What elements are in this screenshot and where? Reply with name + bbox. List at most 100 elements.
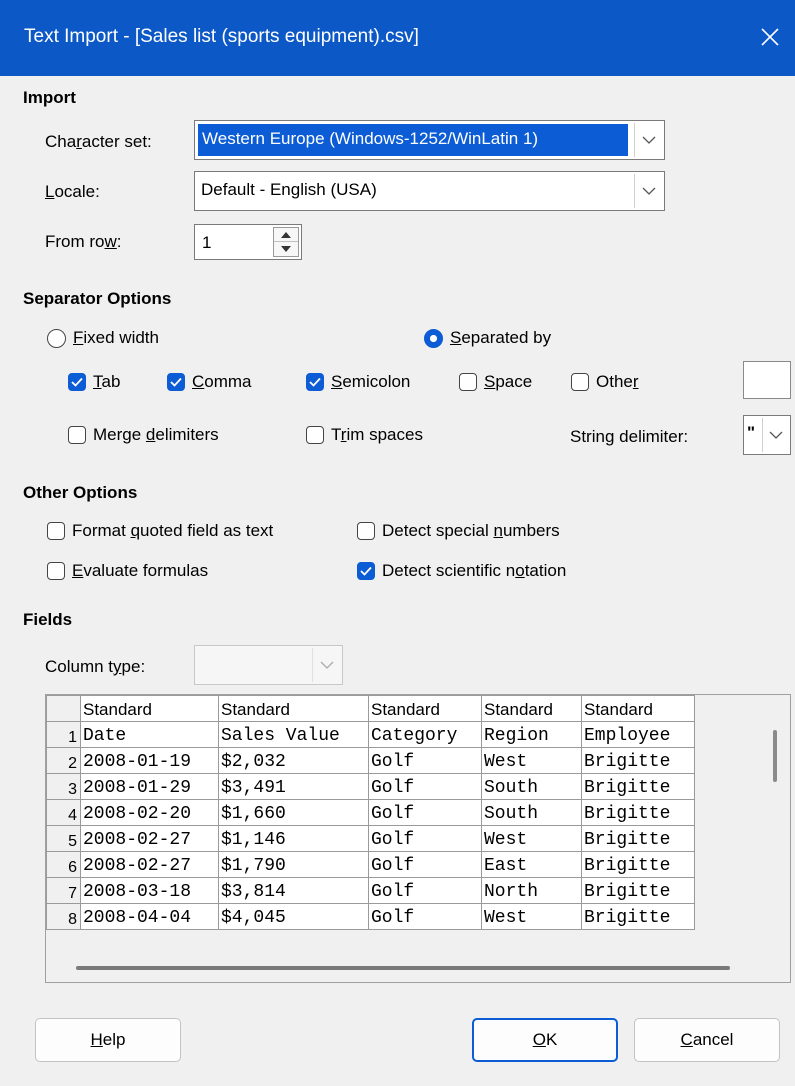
table-cell[interactable]: Date [80,721,219,748]
other-checkbox[interactable]: Other [571,372,639,392]
table-cell[interactable]: $1,790 [218,851,369,878]
table-cell[interactable]: 2008-03-18 [80,877,219,904]
row-number[interactable]: 4 [46,799,81,826]
row-number[interactable]: 2 [46,747,81,774]
evaluate-formulas-checkbox[interactable]: Evaluate formulas [47,561,208,581]
close-button[interactable] [745,14,795,60]
table-cell[interactable]: Golf [368,799,482,826]
string-delimiter-dropdown-button[interactable] [762,418,788,452]
table-cell[interactable]: $3,814 [218,877,369,904]
checkmark-icon [309,377,321,387]
comma-checkbox[interactable]: Comma [167,372,252,392]
column-header[interactable]: Standard [581,695,695,722]
row-number[interactable]: 1 [46,721,81,748]
fromrow-value[interactable]: 1 [202,233,211,253]
fields-preview-grid[interactable]: Standard Standard Standard Standard Stan… [45,694,791,983]
detect-special-numbers-checkbox[interactable]: Detect special numbers [357,521,560,541]
horizontal-scrollbar-thumb[interactable] [76,966,730,970]
row-number[interactable]: 6 [46,851,81,878]
ok-button[interactable]: OK [472,1018,618,1062]
help-button[interactable]: Help [35,1018,181,1062]
table-cell[interactable]: 2008-02-20 [80,799,219,826]
locale-combo[interactable]: Default - English (USA) [194,171,665,211]
column-header[interactable]: Standard [481,695,582,722]
column-header[interactable]: Standard [218,695,369,722]
table-cell[interactable]: Category [368,721,482,748]
table-cell[interactable]: 2008-01-19 [80,747,219,774]
format-quoted-checkbox[interactable]: Format quoted field as text [47,521,273,541]
table-cell[interactable]: Brigitte [581,903,695,930]
table-cell[interactable]: Region [481,721,582,748]
semicolon-checkbox[interactable]: Semicolon [306,372,410,392]
column-type-dropdown-button[interactable] [312,648,340,682]
locale-label: Locale: [45,182,100,201]
row-number[interactable]: 3 [46,773,81,800]
row-number[interactable]: 7 [46,877,81,904]
table-cell[interactable]: 2008-02-27 [80,851,219,878]
table-cell[interactable]: 2008-04-04 [80,903,219,930]
row-number[interactable]: 8 [46,903,81,930]
table-cell[interactable]: Brigitte [581,799,695,826]
charset-label: Character set: [45,132,152,151]
table-cell[interactable]: $1,146 [218,825,369,852]
vertical-scrollbar-thumb[interactable] [773,730,777,782]
locale-dropdown-button[interactable] [634,174,662,208]
charset-dropdown-button[interactable] [634,123,662,157]
table-cell[interactable]: Golf [368,903,482,930]
other-delimiter-input[interactable] [743,361,791,399]
table-cell[interactable]: North [481,877,582,904]
column-header[interactable]: Standard [368,695,482,722]
table-cell[interactable]: $4,045 [218,903,369,930]
import-heading: Import [23,88,76,107]
checkbox-indicator [306,426,324,444]
table-cell[interactable]: West [481,825,582,852]
fixed-width-radio[interactable]: Fixed width [47,328,159,348]
table-cell[interactable]: $2,032 [218,747,369,774]
table-cell[interactable]: Golf [368,773,482,800]
table-cell[interactable]: Brigitte [581,877,695,904]
table-cell[interactable]: Brigitte [581,851,695,878]
string-delimiter-combo[interactable]: " [743,415,791,455]
table-cell[interactable]: 2008-02-27 [80,825,219,852]
table-cell[interactable]: Employee [581,721,695,748]
checkbox-indicator [306,373,324,391]
merge-delimiters-checkbox[interactable]: Merge delimiters [68,425,219,445]
row-number[interactable]: 5 [46,825,81,852]
table-cell[interactable]: $3,491 [218,773,369,800]
fields-heading: Fields [23,610,73,629]
table-cell[interactable]: East [481,851,582,878]
table-cell[interactable]: West [481,903,582,930]
title-bar: Text Import - [Sales list (sports equipm… [0,0,795,76]
spin-down-button[interactable] [274,242,298,256]
table-cell[interactable]: Sales Value [218,721,369,748]
table-cell[interactable]: Golf [368,877,482,904]
checkbox-indicator [357,522,375,540]
spin-up-button[interactable] [274,228,298,242]
tab-checkbox[interactable]: Tab [68,372,120,392]
fromrow-spinbox[interactable]: 1 [194,224,302,260]
table-cell[interactable]: $1,660 [218,799,369,826]
table-cell[interactable]: 2008-01-29 [80,773,219,800]
space-checkbox[interactable]: Space [459,372,532,392]
checkbox-indicator [47,522,65,540]
column-type-combo[interactable] [194,645,343,685]
table-cell[interactable]: Golf [368,851,482,878]
partial-row [46,953,694,965]
trim-spaces-checkbox[interactable]: Trim spaces [306,425,423,445]
table-cell[interactable]: South [481,799,582,826]
table-cell[interactable]: West [481,747,582,774]
table-row: 8 2008-04-04 $4,045 Golf West Brigitte [46,903,695,930]
table-cell[interactable]: Brigitte [581,825,695,852]
table-cell[interactable]: South [481,773,582,800]
locale-value: Default - English (USA) [201,180,377,199]
table-cell[interactable]: Brigitte [581,773,695,800]
table-cell[interactable]: Brigitte [581,747,695,774]
table-cell[interactable]: Golf [368,825,482,852]
separated-by-radio[interactable]: Separated by [424,328,551,348]
detect-scientific-notation-checkbox[interactable]: Detect scientific notation [357,561,566,581]
chevron-down-icon [642,136,655,144]
column-header[interactable]: Standard [80,695,219,722]
cancel-button[interactable]: Cancel [634,1018,780,1062]
charset-combo[interactable]: Western Europe (Windows-1252/WinLatin 1) [194,120,665,160]
table-cell[interactable]: Golf [368,747,482,774]
